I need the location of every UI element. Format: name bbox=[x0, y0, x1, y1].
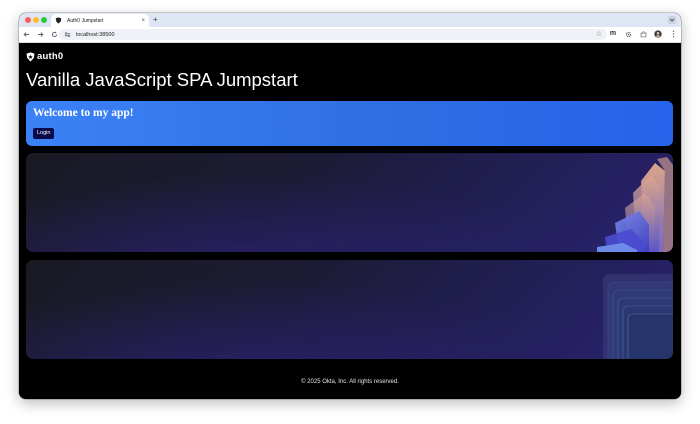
address-bar[interactable]: localhost:38500 ☆ bbox=[59, 29, 607, 40]
page-content: auth0 Vanilla JavaScript SPA Jumpstart W… bbox=[19, 43, 681, 399]
browser-toolbar: localhost:38500 ☆ m bbox=[19, 27, 681, 43]
back-button[interactable] bbox=[20, 28, 33, 41]
nested-frames-illustration bbox=[603, 274, 673, 359]
auth0-shield-icon bbox=[26, 51, 35, 62]
decorative-card-1 bbox=[26, 153, 673, 252]
site-info-icon[interactable] bbox=[64, 31, 71, 38]
welcome-heading: Welcome to my app! bbox=[33, 107, 134, 119]
auth0-logo[interactable]: auth0 bbox=[26, 51, 63, 62]
tab-close-icon[interactable]: × bbox=[141, 18, 145, 24]
layered-petals-illustration bbox=[597, 157, 673, 252]
close-window-button[interactable] bbox=[25, 17, 31, 23]
tab-title: Auth0 Jumpstart bbox=[67, 17, 104, 24]
url-text: localhost:38500 bbox=[76, 31, 115, 38]
extension-gear-icon[interactable] bbox=[624, 30, 632, 38]
browser-window: Auth0 Jumpstart × + localhost:38500 ☆ m … bbox=[19, 13, 681, 399]
page-title: Vanilla JavaScript SPA Jumpstart bbox=[26, 69, 298, 90]
decorative-card-2 bbox=[26, 260, 673, 359]
bookmark-star-icon[interactable]: ☆ bbox=[596, 30, 602, 39]
extension-m-icon[interactable]: m bbox=[609, 30, 617, 38]
maximize-window-button[interactable] bbox=[41, 17, 47, 23]
more-menu-icon[interactable] bbox=[669, 30, 677, 38]
login-button[interactable]: Login bbox=[33, 128, 55, 139]
minimize-window-button[interactable] bbox=[33, 17, 39, 23]
welcome-banner: Welcome to my app! Login bbox=[26, 101, 673, 146]
extensions-puzzle-icon[interactable] bbox=[639, 30, 647, 38]
forward-button[interactable] bbox=[34, 28, 47, 41]
tab-search-button[interactable] bbox=[668, 16, 676, 24]
browser-tab-active[interactable]: Auth0 Jumpstart × bbox=[51, 14, 149, 27]
auth0-favicon-icon bbox=[55, 17, 62, 24]
chevron-down-icon bbox=[669, 18, 675, 22]
reload-icon bbox=[51, 31, 58, 38]
toolbar-actions: m bbox=[609, 30, 677, 38]
footer-copyright: © 2025 Okta, Inc. All rights reserved. bbox=[301, 379, 399, 385]
tab-strip: Auth0 Jumpstart × + bbox=[19, 13, 681, 27]
arrow-left-icon bbox=[23, 32, 29, 37]
arrow-right-icon bbox=[38, 32, 44, 37]
new-tab-button[interactable]: + bbox=[153, 15, 158, 25]
profile-avatar[interactable] bbox=[654, 30, 662, 38]
logo-text: auth0 bbox=[37, 51, 64, 62]
